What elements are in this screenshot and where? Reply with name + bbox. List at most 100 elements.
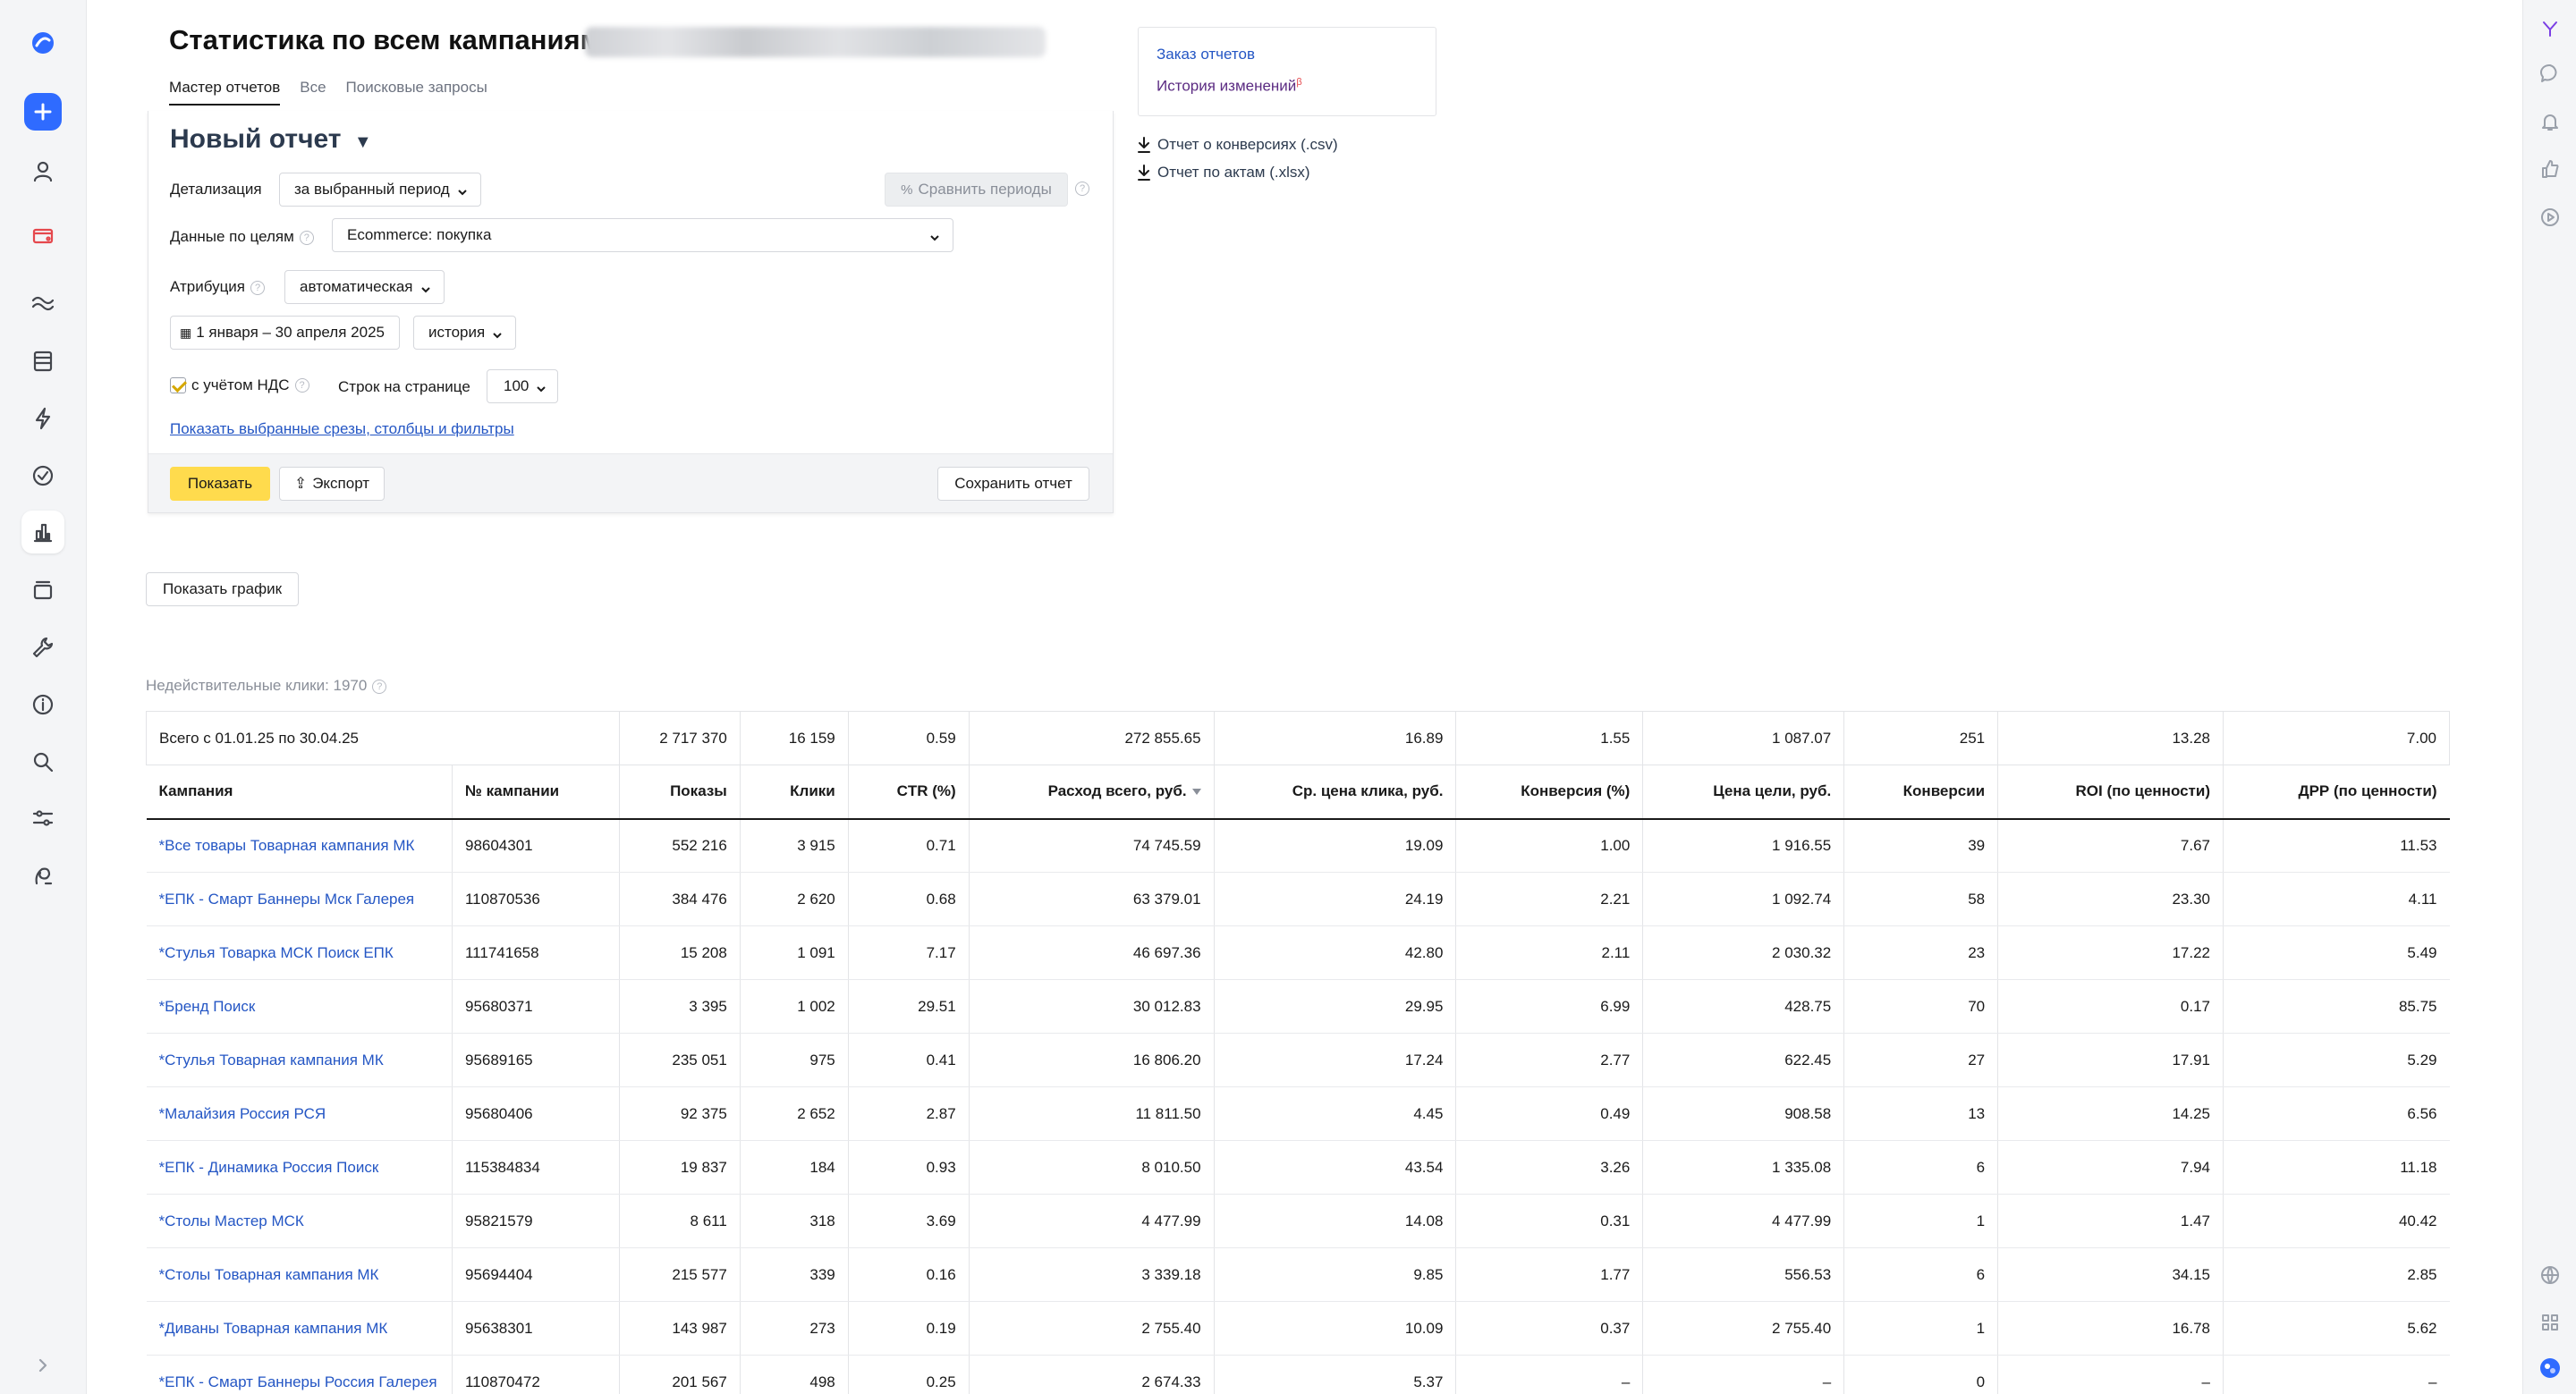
total-conversions: 251 xyxy=(1843,711,1998,765)
assistant-icon[interactable] xyxy=(2534,1352,2566,1384)
attribution-select[interactable]: автоматическая xyxy=(284,270,445,304)
col-header-spend[interactable]: Расход всего, руб. xyxy=(968,765,1215,820)
cell-conversion-rate: 3.26 xyxy=(1455,1140,1643,1195)
globe-icon[interactable] xyxy=(2534,1259,2566,1291)
date-range-picker[interactable]: ▦ 1 января – 30 апреля 2025 xyxy=(170,316,400,350)
cell-clicks: 3 915 xyxy=(739,818,849,873)
lightning-icon[interactable] xyxy=(21,397,64,440)
cell-ctr: 0.68 xyxy=(847,872,970,926)
expand-icon[interactable] xyxy=(21,1344,64,1387)
cell-conversions: 6 xyxy=(1843,1247,1998,1302)
cell-campaign-name[interactable]: *Столы Мастер МСК xyxy=(146,1194,453,1248)
cell-campaign-name[interactable]: *Столы Товарная кампания МК xyxy=(146,1247,453,1302)
search-icon[interactable] xyxy=(21,740,64,783)
wave-icon[interactable] xyxy=(21,282,64,325)
cell-conversions: 23 xyxy=(1843,925,1998,980)
apps-grid-icon[interactable] xyxy=(2534,1306,2566,1339)
layers-icon[interactable] xyxy=(21,569,64,612)
help-icon[interactable]: ? xyxy=(250,280,266,295)
report-name-dropdown[interactable]: Новый отчет ▼ xyxy=(170,124,372,155)
yandex-logo-icon[interactable] xyxy=(2534,13,2566,45)
acts-xlsx-download[interactable]: Отчет по актам (.xlsx) xyxy=(1136,164,1310,182)
cell-campaign-name[interactable]: *ЕПК - Смарт Баннеры Россия Галерея xyxy=(146,1355,453,1394)
chevron-down-icon xyxy=(457,184,468,196)
help-icon[interactable]: ? xyxy=(294,378,309,393)
conversions-csv-download[interactable]: Отчет о конверсиях (.csv) xyxy=(1136,136,1338,154)
cell-campaign-name[interactable]: *Малайзия Россия РСЯ xyxy=(146,1086,453,1141)
cell-campaign-name[interactable]: *Все товары Товарная кампания МК xyxy=(146,818,453,873)
rows-per-page-select[interactable]: 100 xyxy=(487,369,559,403)
caret-down-icon: ▼ xyxy=(353,132,372,152)
col-header-goal-cost[interactable]: Цена цели, руб. xyxy=(1642,765,1844,820)
save-report-button[interactable]: Сохранить отчет xyxy=(937,467,1089,501)
cell-goal-cost: 2 030.32 xyxy=(1642,925,1844,980)
thumbs-up-icon[interactable] xyxy=(2534,153,2566,185)
col-header-ctr[interactable]: CTR (%) xyxy=(847,765,970,820)
cell-conversion-rate: 6.99 xyxy=(1455,979,1643,1034)
col-header-avg-cpc[interactable]: Ср. цена клика, руб. xyxy=(1213,765,1456,820)
help-icon[interactable]: ? xyxy=(1075,182,1089,196)
col-header-clicks[interactable]: Клики xyxy=(739,765,849,820)
tab-all[interactable]: Все xyxy=(300,79,326,106)
col-header-campaign[interactable]: Кампания xyxy=(146,765,453,820)
cell-campaign-name[interactable]: *ЕПК - Смарт Баннеры Мск Галерея xyxy=(146,872,453,926)
cell-roi: 7.94 xyxy=(1997,1140,2224,1195)
cell-clicks: 975 xyxy=(739,1033,849,1087)
cell-conversion-rate: 0.37 xyxy=(1455,1301,1643,1356)
sliders-icon[interactable] xyxy=(21,797,64,840)
info-icon[interactable] xyxy=(21,683,64,726)
col-header-conversion-rate[interactable]: Конверсия (%) xyxy=(1455,765,1643,820)
detalization-label: Детализация xyxy=(170,181,262,198)
cell-goal-cost: 1 092.74 xyxy=(1642,872,1844,926)
cell-campaign-name[interactable]: *Бренд Поиск xyxy=(146,979,453,1034)
show-button[interactable]: Показать xyxy=(170,467,270,501)
cell-clicks: 498 xyxy=(739,1355,849,1394)
cell-drr: 5.62 xyxy=(2223,1301,2450,1356)
cell-goal-cost: 4 477.99 xyxy=(1642,1194,1844,1248)
vat-checkbox[interactable] xyxy=(170,377,186,393)
campaign-icon[interactable] xyxy=(21,215,64,258)
help-icon[interactable]: ? xyxy=(299,230,314,245)
show-filters-link[interactable]: Показать выбранные срезы, столбцы и филь… xyxy=(170,420,514,438)
show-chart-button[interactable]: Показать график xyxy=(146,572,299,606)
tools-icon[interactable] xyxy=(21,854,64,897)
cell-spend: 74 745.59 xyxy=(968,818,1215,873)
wrench-icon[interactable] xyxy=(21,626,64,669)
cell-avg-cpc: 29.95 xyxy=(1213,979,1456,1034)
order-reports-link[interactable]: Заказ отчетов xyxy=(1157,46,1255,63)
col-header-roi[interactable]: ROI (по ценности) xyxy=(1997,765,2224,820)
history-select[interactable]: история xyxy=(413,316,517,350)
col-header-spend-label: Расход всего, руб. xyxy=(1047,782,1187,800)
play-icon[interactable] xyxy=(2534,201,2566,233)
col-header-conversions[interactable]: Конверсии xyxy=(1843,765,1998,820)
add-button[interactable] xyxy=(24,93,62,131)
cell-goal-cost: 428.75 xyxy=(1642,979,1844,1034)
bell-icon[interactable] xyxy=(2534,106,2566,138)
cell-campaign-name[interactable]: *Стулья Товарная кампания МК xyxy=(146,1033,453,1087)
col-header-impressions[interactable]: Показы xyxy=(618,765,741,820)
help-icon[interactable]: ? xyxy=(372,679,387,694)
col-header-campaign-id[interactable]: № кампании xyxy=(451,765,620,820)
cell-impressions: 384 476 xyxy=(618,872,741,926)
compare-periods-button[interactable]: % Сравнить периоды xyxy=(885,173,1068,207)
bar-chart-icon[interactable] xyxy=(21,511,64,553)
tab-report-master[interactable]: Мастер отчетов xyxy=(169,79,281,106)
goals-select[interactable]: Ecommerce: покупка xyxy=(332,218,953,252)
database-icon[interactable] xyxy=(21,340,64,383)
chat-icon[interactable] xyxy=(2534,57,2566,89)
tab-search-queries[interactable]: Поисковые запросы xyxy=(346,79,487,106)
cell-spend: 8 010.50 xyxy=(968,1140,1215,1195)
detalization-select[interactable]: за выбранный период xyxy=(279,173,481,207)
cell-campaign-name[interactable]: *ЕПК - Динамика Россия Поиск xyxy=(146,1140,453,1195)
change-history-link[interactable]: История измененийβ xyxy=(1157,77,1302,96)
user-icon[interactable] xyxy=(21,150,64,193)
check-circle-icon[interactable] xyxy=(21,454,64,497)
cell-campaign-name[interactable]: *Диваны Товарная кампания МК xyxy=(146,1301,453,1356)
direct-logo-icon[interactable] xyxy=(21,21,64,64)
attribution-label-text: Атрибуция xyxy=(170,278,246,295)
cell-roi: 17.22 xyxy=(1997,925,2224,980)
vat-checkbox-row[interactable]: с учётом НДС ? xyxy=(170,376,309,394)
export-button[interactable]: ⇪ Экспорт xyxy=(279,467,385,501)
cell-campaign-name[interactable]: *Стулья Товарка МСК Поиск ЕПК xyxy=(146,925,453,980)
col-header-drr[interactable]: ДРР (по ценности) xyxy=(2223,765,2450,820)
